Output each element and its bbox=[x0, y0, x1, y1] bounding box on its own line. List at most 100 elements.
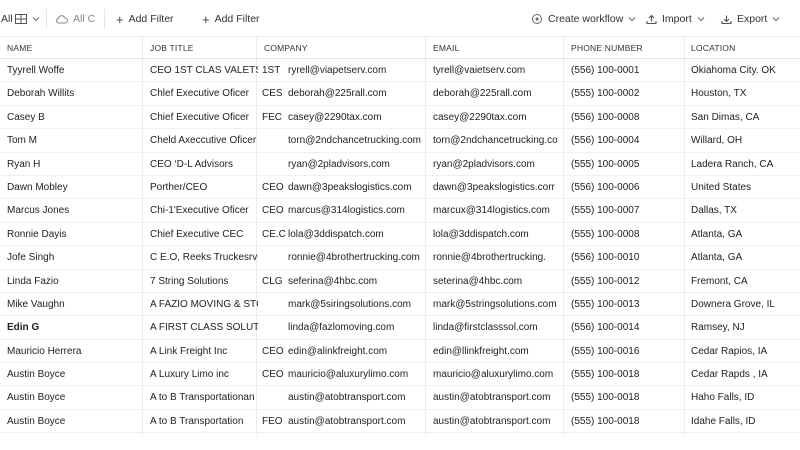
cell-company[interactable]: seferina@4hbc.com bbox=[288, 270, 424, 293]
cell-name[interactable]: Austin Boyce bbox=[7, 363, 142, 386]
cell-name[interactable]: Marcus Jones bbox=[7, 199, 142, 222]
create-workflow-button[interactable]: Create workflow bbox=[531, 10, 636, 28]
cell-location[interactable]: Fremont, CA bbox=[691, 270, 800, 293]
cell-title-code[interactable] bbox=[262, 293, 286, 316]
cell-location[interactable]: Cedar Rapios, IA bbox=[691, 340, 800, 363]
cell-title-code[interactable] bbox=[262, 386, 286, 409]
cell-title-code[interactable]: CEO bbox=[262, 340, 286, 363]
cell-name[interactable]: Jofe Singh bbox=[7, 246, 142, 269]
column-header-company[interactable]: COMPANY bbox=[264, 37, 308, 60]
cell-job-title[interactable]: 7 String Solutions bbox=[150, 270, 258, 293]
cell-company[interactable]: torn@2ndchancetrucking.com bbox=[288, 129, 424, 152]
cell-name[interactable]: Austin Boyce bbox=[7, 386, 142, 409]
cell-company[interactable]: ronnie@4brothertrucking.com bbox=[288, 246, 424, 269]
cell-title-code[interactable]: FEO bbox=[262, 410, 286, 433]
cell-location[interactable]: Houston, TX bbox=[691, 82, 800, 105]
cell-job-title[interactable]: Chi-1'Executive Oficer bbox=[150, 199, 258, 222]
view-selector[interactable]: All bbox=[1, 10, 40, 28]
cell-phone[interactable]: (555) 100-0002 bbox=[571, 82, 684, 105]
cell-name[interactable]: Tom M bbox=[7, 129, 142, 152]
cell-company[interactable]: lola@3ddispatch.com bbox=[288, 223, 424, 246]
table-row[interactable]: Dawn Mobley Porther/CEO CEO dawn@3peakslogi… bbox=[0, 176, 800, 200]
cell-name[interactable]: Casey B bbox=[7, 106, 142, 129]
cell-phone[interactable]: (556) 100-0004 bbox=[571, 129, 684, 152]
cell-email[interactable]: marcux@314logistics.com bbox=[433, 199, 563, 222]
cell-email[interactable]: ronnie@4brothertrucking. bbox=[433, 246, 563, 269]
cell-name[interactable]: Tyyrell Woffe bbox=[7, 59, 142, 82]
cell-email[interactable]: tyrell@vaietserv.com bbox=[433, 59, 563, 82]
cell-title-code[interactable]: CEO bbox=[262, 176, 286, 199]
cell-job-title[interactable]: A to B Transportationan bbox=[150, 386, 258, 409]
cell-location[interactable]: Atlanta, GA bbox=[691, 246, 800, 269]
cell-title-code[interactable]: CES bbox=[262, 82, 286, 105]
secondary-view-button[interactable]: All C bbox=[55, 10, 95, 28]
cell-title-code[interactable]: CEO bbox=[262, 363, 286, 386]
cell-location[interactable]: Cedar Rapds , IA bbox=[691, 363, 800, 386]
cell-job-title[interactable]: Cheld Axeccutive Oficer LLC bbox=[150, 129, 258, 152]
column-header-phone-number[interactable]: PHONE NUMBER bbox=[571, 37, 643, 60]
cell-email[interactable]: casey@2290tax.com bbox=[433, 106, 563, 129]
cell-phone[interactable]: (555) 100-0018 bbox=[571, 410, 684, 433]
cell-title-code[interactable]: CLG bbox=[262, 270, 286, 293]
cell-company[interactable]: mauricio@aluxurylimo.com bbox=[288, 363, 424, 386]
cell-email[interactable]: ryan@2pladvisors.com bbox=[433, 153, 563, 176]
cell-name[interactable]: Mauricio Herrera bbox=[7, 340, 142, 363]
table-row[interactable]: Ronnie Dayis Chief Executive CEC CE.C lola@… bbox=[0, 223, 800, 247]
table-row[interactable]: Austin Boyce A to B Transportationan austi… bbox=[0, 386, 800, 410]
cell-job-title[interactable]: A Link Freight Inc bbox=[150, 340, 258, 363]
column-header-email[interactable]: EMAIL bbox=[433, 37, 460, 60]
cell-location[interactable]: Haho Falls, ID bbox=[691, 386, 800, 409]
cell-email[interactable]: dawn@3peakslogistics.corr bbox=[433, 176, 563, 199]
cell-job-title[interactable]: A Luxury Limo inc bbox=[150, 363, 258, 386]
cell-name[interactable]: Austin Boyce bbox=[7, 410, 142, 433]
table-row[interactable]: Jofe Singh C E.O, Reeks Truckesrvice ronni… bbox=[0, 246, 800, 270]
cell-job-title[interactable]: Chief Executive CEC bbox=[150, 223, 258, 246]
cell-location[interactable]: Downera Grove, IL bbox=[691, 293, 800, 316]
cell-phone[interactable]: (555) 100-0005 bbox=[571, 153, 684, 176]
cell-phone[interactable]: (556) 100-0006 bbox=[571, 176, 684, 199]
cell-company[interactable]: marcus@314logistics.com bbox=[288, 199, 424, 222]
cell-company[interactable]: ryrell@viapetserv.com bbox=[288, 59, 424, 82]
cell-title-code[interactable] bbox=[262, 129, 286, 152]
column-header-name[interactable]: NAME bbox=[7, 37, 32, 60]
cell-name[interactable]: Linda Fazio bbox=[7, 270, 142, 293]
cell-name[interactable]: Dawn Mobley bbox=[7, 176, 142, 199]
cell-company[interactable]: casey@2290tax.com bbox=[288, 106, 424, 129]
cell-job-title[interactable]: A to B Transportation bbox=[150, 410, 258, 433]
table-row[interactable]: Deborah Willits Chlef Executive Oficer CES… bbox=[0, 82, 800, 106]
cell-phone[interactable]: (555) 100-0012 bbox=[571, 270, 684, 293]
cell-email[interactable]: lola@3ddispatch.com bbox=[433, 223, 563, 246]
cell-title-code[interactable]: FEC bbox=[262, 106, 286, 129]
table-row[interactable]: Ryan H CEO ‘D-L Advisors ryan@2pladvisors.… bbox=[0, 153, 800, 176]
table-row[interactable]: Mauricio Herrera A Link Freight Inc CEO edi… bbox=[0, 340, 800, 364]
cell-job-title[interactable]: Chief Executive Oficer bbox=[150, 106, 258, 129]
cell-name[interactable]: Ronnie Dayis bbox=[7, 223, 142, 246]
table-row[interactable]: Tom M Cheld Axeccutive Oficer LLC torn@2nd… bbox=[0, 129, 800, 153]
cell-phone[interactable]: (556) 100-0010 bbox=[571, 246, 684, 269]
table-row[interactable]: Marcus Jones Chi-1'Executive Oficer CEO mar… bbox=[0, 199, 800, 223]
cell-phone[interactable]: (555) 100-0013 bbox=[571, 293, 684, 316]
cell-phone[interactable]: (555) 100-0018 bbox=[571, 386, 684, 409]
cell-title-code[interactable] bbox=[262, 246, 286, 269]
table-row[interactable]: Linda Fazio 7 String Solutions CLG seferina… bbox=[0, 270, 800, 293]
cell-title-code[interactable] bbox=[262, 316, 286, 339]
cell-company[interactable]: deborah@225rall.com bbox=[288, 82, 424, 105]
cell-email[interactable]: deborah@225rall.com bbox=[433, 82, 563, 105]
column-header-location[interactable]: LOCATION bbox=[691, 37, 735, 60]
cell-company[interactable]: mark@5siringsolutions.com bbox=[288, 293, 424, 316]
cell-job-title[interactable]: A FAZIO MOVING & STC bbox=[150, 293, 258, 316]
cell-title-code[interactable]: 1ST bbox=[262, 59, 286, 82]
cell-email[interactable]: mark@5stringsolutions.com bbox=[433, 293, 563, 316]
table-row[interactable]: Edin G A FIRST CLASS SOLUTIONS linda@fazlo… bbox=[0, 316, 800, 340]
cell-email[interactable]: torn@2ndchancetrucking.co bbox=[433, 129, 563, 152]
cell-email[interactable]: mauricio@aluxurylimo.com bbox=[433, 363, 563, 386]
cell-title-code[interactable]: CEO bbox=[262, 199, 286, 222]
cell-job-title[interactable]: C E.O, Reeks Truckesrvice bbox=[150, 246, 258, 269]
import-button[interactable]: Import bbox=[646, 10, 705, 28]
cell-location[interactable]: Dallas, TX bbox=[691, 199, 800, 222]
table-row[interactable]: Austin Boyce A Luxury Limo inc CEO mauricio… bbox=[0, 363, 800, 387]
cell-name[interactable]: Deborah Willits bbox=[7, 82, 142, 105]
table-row[interactable]: Tyyrell Woffe CEO 1ST CLAS VALETSERV1STry… bbox=[0, 59, 800, 83]
cell-email[interactable]: linda@firstclasssol.com bbox=[433, 316, 563, 339]
cell-phone[interactable]: (555) 100-0007 bbox=[571, 199, 684, 222]
